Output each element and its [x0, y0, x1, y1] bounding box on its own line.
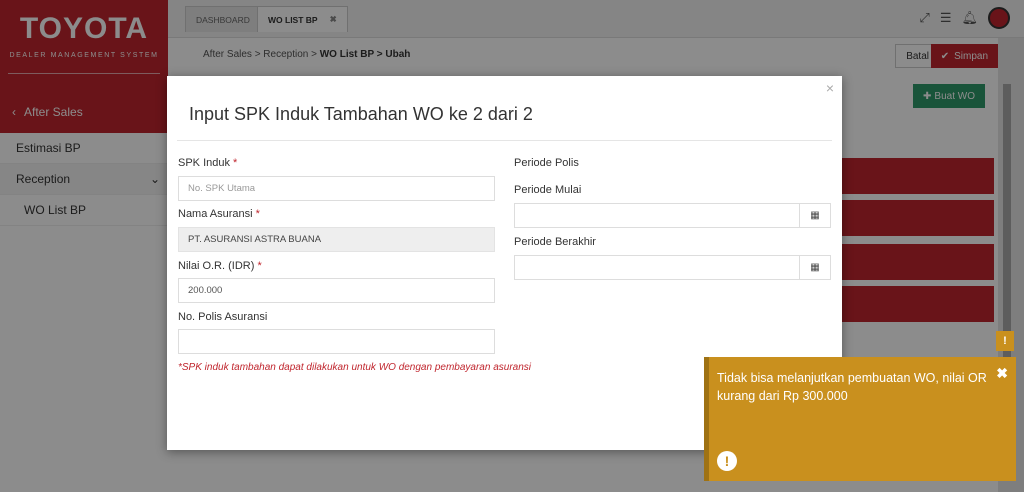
- nilai-or-input[interactable]: 200.000: [178, 278, 495, 303]
- warning-badge-icon: !: [996, 331, 1014, 351]
- no-polis-input[interactable]: [178, 329, 495, 354]
- periode-berakhir-input[interactable]: ▦: [514, 255, 831, 280]
- nama-asuransi-field: PT. ASURANSI ASTRA BUANA: [178, 227, 495, 252]
- required-marker: *: [233, 157, 238, 169]
- asuransi-note: *SPK induk tambahan dapat dilakukan untu…: [178, 362, 532, 373]
- close-icon[interactable]: ×: [826, 80, 834, 96]
- no-polis-label: No. Polis Asuransi: [178, 311, 267, 323]
- periode-mulai-input[interactable]: ▦: [514, 203, 831, 228]
- modal-divider: [177, 140, 832, 141]
- close-icon[interactable]: ✖: [996, 365, 1008, 382]
- spk-induk-label-text: SPK Induk: [178, 157, 230, 169]
- calendar-icon[interactable]: ▦: [799, 204, 830, 227]
- nilai-or-value: 200.000: [188, 285, 223, 296]
- nama-asuransi-label: Nama Asuransi *: [178, 208, 260, 220]
- toast-message: Tidak bisa melanjutkan pembuatan WO, nil…: [717, 371, 987, 403]
- exclamation-icon: !: [717, 451, 737, 471]
- no-polis-label-text: No. Polis Asuransi: [178, 311, 268, 323]
- nilai-or-label-text: Nilai O.R. (IDR): [178, 260, 255, 272]
- required-marker: *: [255, 208, 260, 220]
- nama-asuransi-value: PT. ASURANSI ASTRA BUANA: [188, 234, 322, 245]
- warning-toast: Tidak bisa melanjutkan pembuatan WO, nil…: [704, 357, 1016, 481]
- nama-asuransi-label-text: Nama Asuransi: [178, 208, 253, 220]
- calendar-icon[interactable]: ▦: [799, 256, 830, 279]
- spk-induk-input[interactable]: No. SPK Utama: [178, 176, 495, 201]
- required-marker: *: [257, 260, 262, 272]
- nilai-or-label: Nilai O.R. (IDR) *: [178, 260, 262, 272]
- periode-mulai-label: Periode Mulai: [514, 184, 582, 196]
- spk-induk-placeholder: No. SPK Utama: [188, 183, 256, 194]
- periode-polis-label: Periode Polis: [514, 157, 579, 169]
- periode-berakhir-label: Periode Berakhir: [514, 236, 596, 248]
- modal-title: Input SPK Induk Tambahan WO ke 2 dari 2: [189, 104, 533, 124]
- spk-induk-label: SPK Induk *: [178, 157, 237, 169]
